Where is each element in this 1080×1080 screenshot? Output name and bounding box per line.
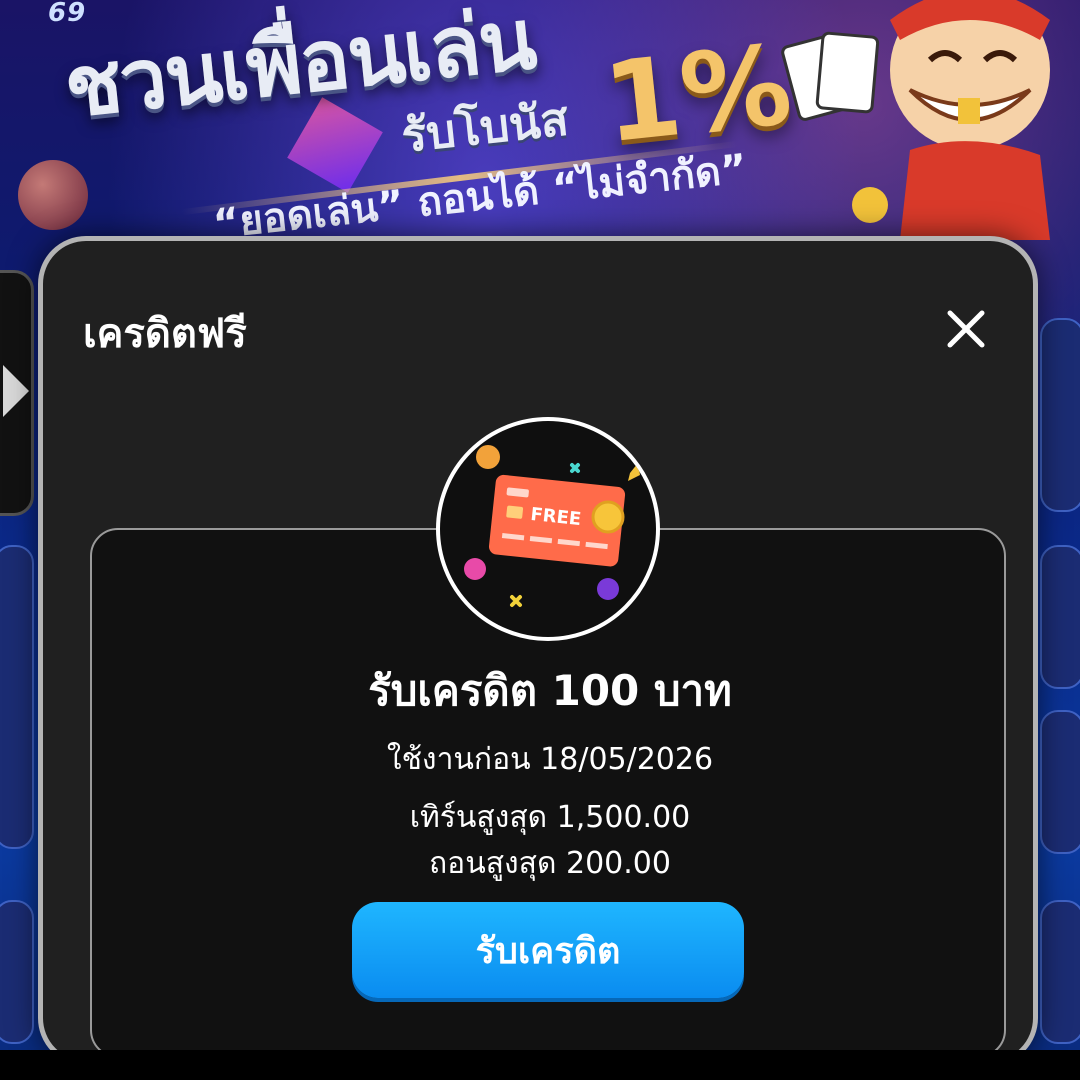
decor-ball bbox=[18, 160, 88, 230]
game-tile-right-1[interactable] bbox=[1040, 318, 1080, 512]
max-turnover: เทิร์นสูงสุด 1,500.00 bbox=[409, 800, 691, 835]
play-icon bbox=[3, 365, 29, 417]
modal-title: เครดิตฟรี bbox=[83, 311, 247, 357]
free-credit-modal: เครดิตฟรี รับเครดิต 100 บาท ใช้งานก่อน 1… bbox=[38, 236, 1038, 1066]
game-tile-left-1[interactable] bbox=[0, 545, 34, 849]
game-tile-right-2[interactable] bbox=[1040, 545, 1080, 689]
video-play-button[interactable] bbox=[0, 270, 34, 516]
close-icon bbox=[947, 310, 985, 348]
free-credit-badge: FREE bbox=[436, 417, 660, 641]
game-tile-left-2[interactable] bbox=[0, 900, 34, 1044]
credit-amount-title: รับเครดิต 100 บาท bbox=[368, 666, 732, 715]
mascot-illustration bbox=[781, 0, 1050, 240]
free-credit-card-icon: FREE bbox=[464, 445, 640, 607]
game-tile-right-4[interactable] bbox=[1040, 900, 1080, 1044]
bottom-bar bbox=[0, 1050, 1080, 1080]
max-withdraw: ถอนสูงสุด 200.00 bbox=[429, 846, 671, 881]
expiry-date: ใช้งานก่อน 18/05/2026 bbox=[386, 742, 714, 777]
game-tile-right-3[interactable] bbox=[1040, 710, 1080, 854]
claim-credit-button[interactable]: รับเครดิต bbox=[352, 902, 744, 998]
close-button[interactable] bbox=[938, 301, 994, 357]
